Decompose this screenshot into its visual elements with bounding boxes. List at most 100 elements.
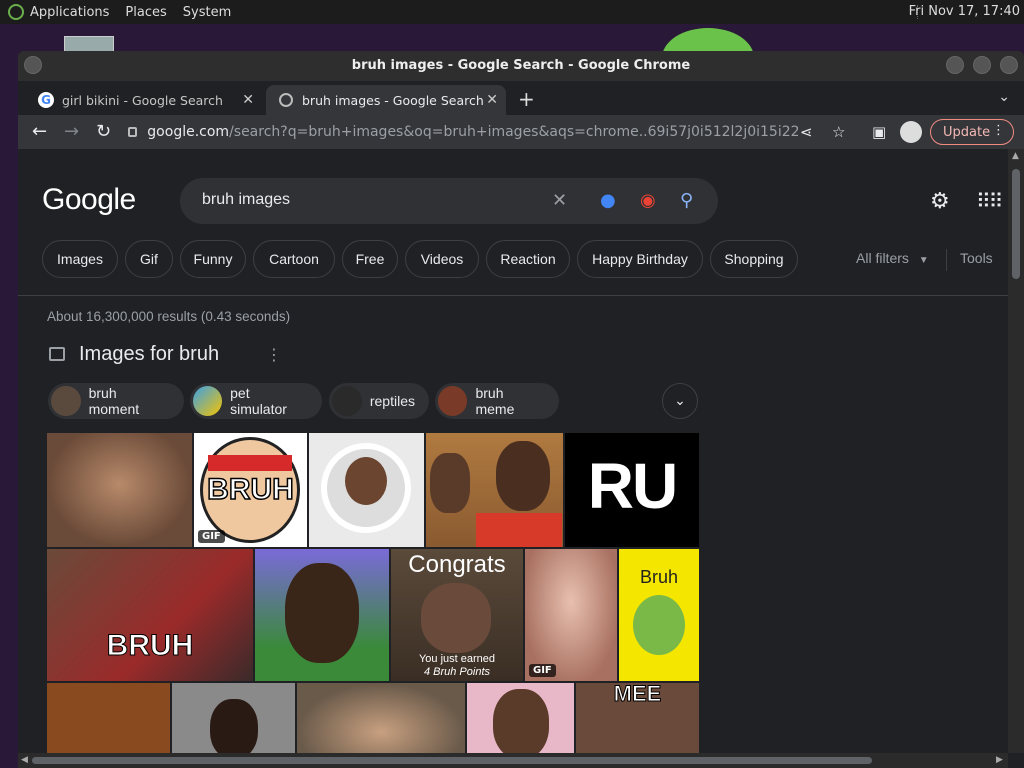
profile-avatar[interactable] xyxy=(900,121,922,143)
image-result[interactable] xyxy=(426,433,563,547)
url-path: /search?q=bruh+images&oq=bruh+images&aqs… xyxy=(229,124,798,140)
update-button[interactable]: Update ⋮ xyxy=(930,119,1014,145)
lock-icon[interactable] xyxy=(128,127,138,137)
scroll-up-icon[interactable]: ▲ xyxy=(1012,151,1019,161)
refine-reptiles[interactable]: reptiles xyxy=(329,383,429,419)
chip-videos[interactable]: Videos xyxy=(405,240,479,278)
window-titlebar[interactable]: bruh images - Google Search - Google Chr… xyxy=(18,51,1024,81)
clear-icon[interactable]: ✕ xyxy=(552,190,567,211)
tools-button[interactable]: Tools xyxy=(960,250,993,266)
bookmark-star-icon[interactable]: ☆ xyxy=(832,123,845,141)
more-menu-icon[interactable]: ⋮ xyxy=(992,123,1005,138)
image-result[interactable] xyxy=(467,683,574,753)
close-window-button[interactable] xyxy=(1000,56,1018,74)
green-monster xyxy=(633,595,685,655)
image-caption: Bruh xyxy=(639,567,679,587)
refine-label: bruh meme xyxy=(475,385,515,417)
update-label: Update xyxy=(943,124,991,140)
minimize-button[interactable] xyxy=(946,56,964,74)
chip-happy-birthday[interactable]: Happy Birthday xyxy=(577,240,703,278)
image-result[interactable]: GIF xyxy=(525,549,617,681)
face-sticker xyxy=(345,457,387,505)
image-result[interactable] xyxy=(297,683,465,753)
chip-shopping[interactable]: Shopping xyxy=(710,240,798,278)
url-host: google.com xyxy=(147,124,230,140)
google-apps-icon[interactable]: ⠿⠿ xyxy=(976,189,1003,213)
face xyxy=(210,699,258,753)
microphone-icon[interactable]: ● xyxy=(600,190,616,211)
chip-reaction[interactable]: Reaction xyxy=(486,240,570,278)
image-result[interactable] xyxy=(255,549,389,681)
distro-logo-icon[interactable] xyxy=(8,4,24,20)
chip-images[interactable]: Images xyxy=(42,240,118,278)
image-caption: BRUH xyxy=(206,472,294,507)
menu-system[interactable]: System xyxy=(183,5,231,20)
all-filters-dropdown[interactable]: All filters ▼ xyxy=(856,250,929,266)
search-icon[interactable]: ⚲ xyxy=(680,190,693,211)
image-result[interactable] xyxy=(47,683,170,753)
refine-thumbnail xyxy=(51,386,81,416)
panel-clock[interactable]: Fri Nov 17, 17:40 xyxy=(909,4,1020,19)
image-caption: RU xyxy=(587,450,678,522)
tab-label: girl bikini - Google Search xyxy=(62,92,223,108)
refine-pet-simulator[interactable]: pet simulator xyxy=(190,383,322,419)
page-content: Google ✕ ● ◉ ⚲ ⚙ ⠿⠿ Images Gif Funny Car… xyxy=(18,149,1008,753)
vertical-scrollbar[interactable]: ▲ xyxy=(1008,149,1024,753)
reload-button[interactable]: ↻ xyxy=(96,121,111,142)
new-tab-button[interactable]: + xyxy=(518,87,535,111)
back-button[interactable]: ← xyxy=(32,121,47,142)
refine-bruh-meme[interactable]: bruh meme xyxy=(435,383,559,419)
close-tab-icon[interactable]: ✕ xyxy=(486,92,498,108)
scroll-left-icon[interactable]: ◀ xyxy=(21,755,28,765)
tab-girl-bikini[interactable]: G girl bikini - Google Search ✕ xyxy=(26,85,262,115)
chip-free[interactable]: Free xyxy=(342,240,398,278)
share-icon[interactable]: ⋖ xyxy=(800,123,813,141)
maximize-button[interactable] xyxy=(973,56,991,74)
image-result[interactable]: BRUH GIF xyxy=(194,433,307,547)
refine-bruh-moment[interactable]: bruh moment xyxy=(48,383,184,419)
image-result[interactable]: BRUH xyxy=(47,549,253,681)
search-box[interactable]: ✕ ● ◉ ⚲ xyxy=(180,178,718,224)
image-result[interactable] xyxy=(172,683,295,753)
refine-label: pet simulator xyxy=(230,385,287,417)
chip-funny[interactable]: Funny xyxy=(180,240,246,278)
image-result[interactable]: MEE xyxy=(576,683,699,753)
image-result[interactable] xyxy=(47,433,192,547)
google-logo[interactable]: Google xyxy=(42,183,136,217)
image-subcaption-2: 4 Bruh Points xyxy=(423,666,491,678)
image-result[interactable] xyxy=(309,433,424,547)
search-input[interactable] xyxy=(200,190,544,210)
chip-cartoon[interactable]: Cartoon xyxy=(253,240,335,278)
gif-badge: GIF xyxy=(529,664,556,677)
expand-refinements-chevron-icon[interactable]: ⌄ xyxy=(662,383,698,419)
tab-strip: G girl bikini - Google Search ✕ bruh ima… xyxy=(18,81,1024,115)
cartoon-head xyxy=(285,563,359,663)
person-right xyxy=(496,441,550,511)
forward-button[interactable]: → xyxy=(64,121,79,142)
chip-gif[interactable]: Gif xyxy=(125,240,173,278)
image-result[interactable]: Congrats You just earned 4 Bruh Points xyxy=(391,549,523,681)
image-result[interactable]: RU xyxy=(565,433,699,547)
vertical-scroll-thumb[interactable] xyxy=(1012,169,1020,279)
settings-gear-icon[interactable]: ⚙ xyxy=(930,189,950,214)
horizontal-scrollbar[interactable]: ◀ ▶ xyxy=(18,753,1008,768)
tab-label: bruh images - Google Search xyxy=(302,92,484,108)
image-result[interactable]: Bruh xyxy=(619,549,699,681)
lens-icon[interactable]: ◉ xyxy=(640,190,656,211)
tab-search-chevron-icon[interactable]: ⌄ xyxy=(998,89,1010,105)
horizontal-scroll-thumb[interactable] xyxy=(32,757,872,764)
images-section-title[interactable]: Images for bruh xyxy=(79,343,219,366)
image-section-icon xyxy=(49,347,65,361)
menu-places[interactable]: Places xyxy=(125,5,166,20)
close-tab-icon[interactable]: ✕ xyxy=(242,92,254,108)
refine-label: reptiles xyxy=(369,393,415,409)
tab-bruh-images[interactable]: bruh images - Google Search ✕ xyxy=(266,85,506,115)
section-more-options-icon[interactable]: ⋮ xyxy=(266,345,282,364)
address-bar[interactable]: google.com /search?q=bruh+images&oq=bruh… xyxy=(128,115,798,149)
side-panel-icon[interactable]: ▣ xyxy=(872,123,886,141)
menu-applications[interactable]: Applications xyxy=(30,5,109,20)
caret-down-icon: ▼ xyxy=(918,255,929,266)
image-caption: BRUH xyxy=(106,629,194,663)
face xyxy=(493,689,549,753)
scroll-right-icon[interactable]: ▶ xyxy=(996,755,1003,765)
